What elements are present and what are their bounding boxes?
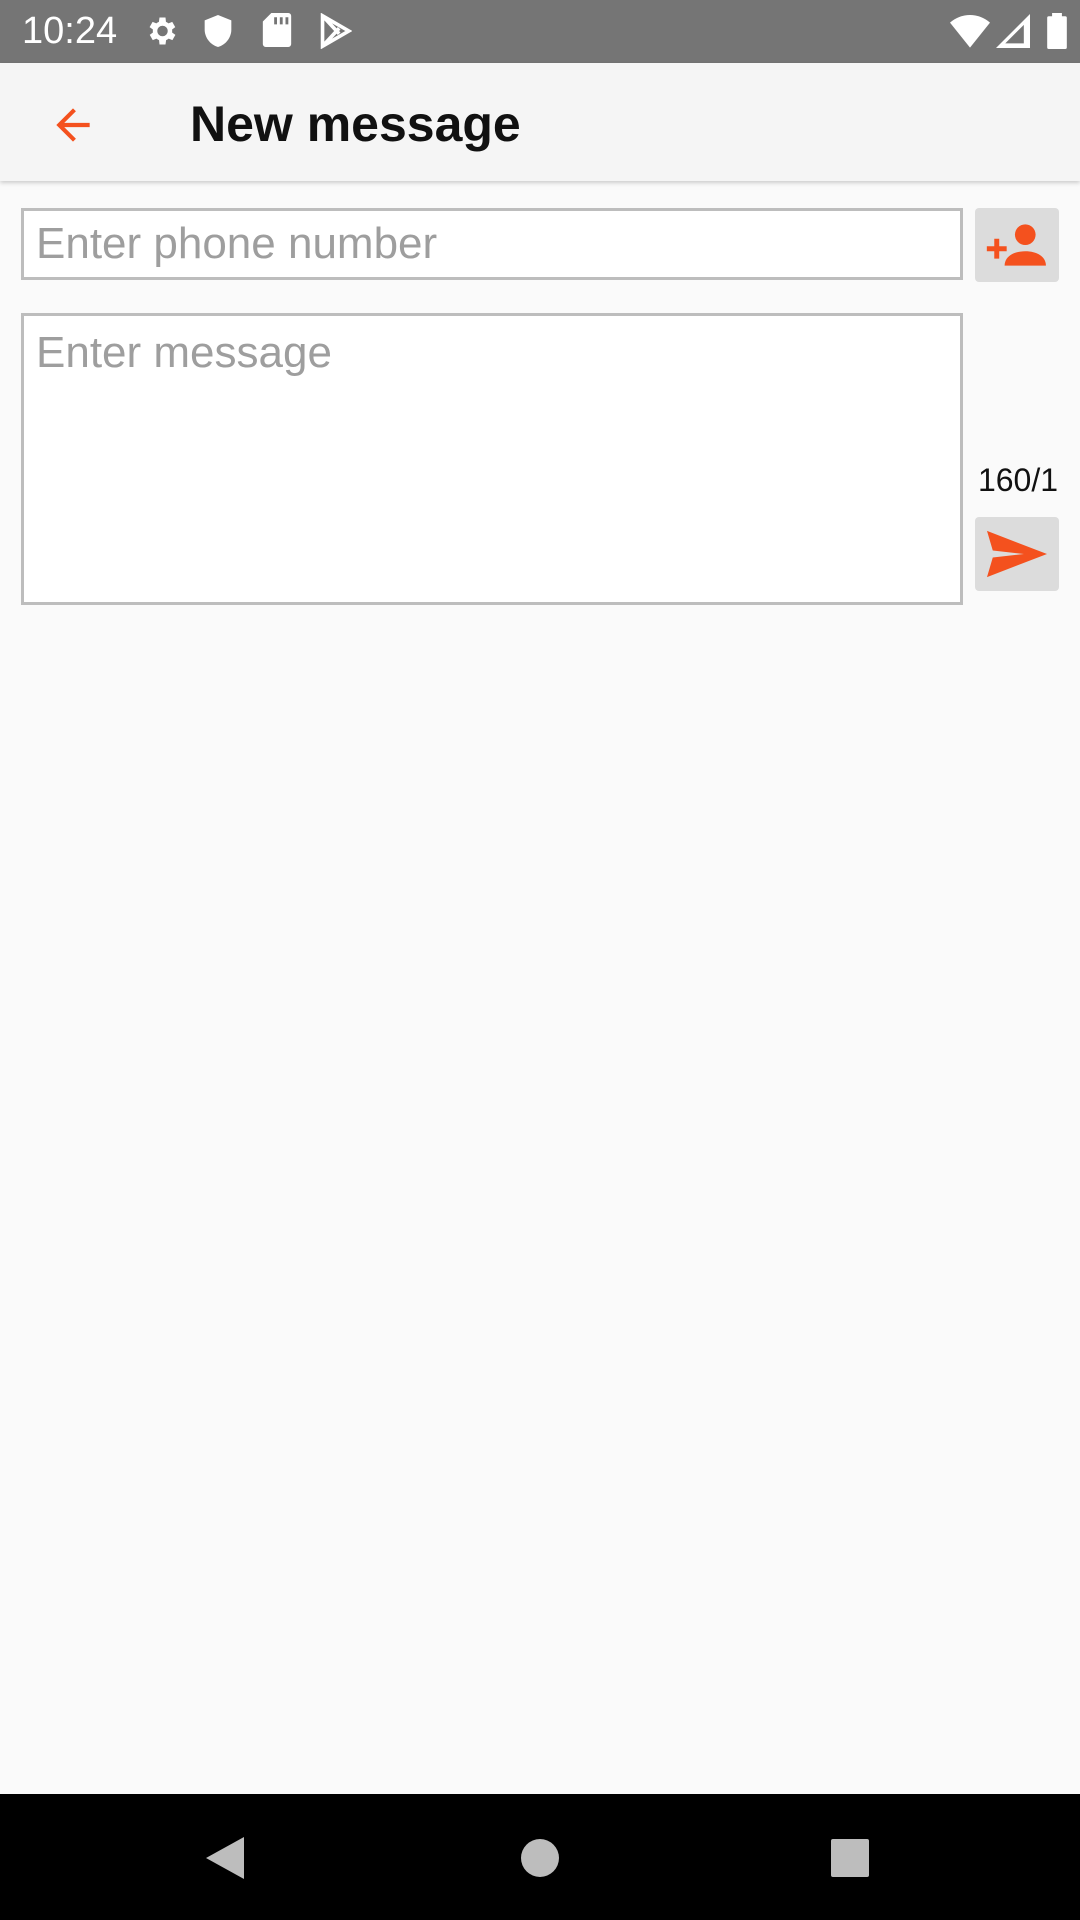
status-time: 10:24	[22, 10, 118, 52]
back-triangle-icon	[206, 1837, 244, 1879]
gear-icon	[149, 17, 176, 45]
home-circle-icon	[521, 1839, 559, 1877]
char-counter: 160/1	[977, 462, 1059, 498]
navigation-bar	[0, 1794, 1080, 1920]
recents-square-icon	[831, 1839, 869, 1877]
send-icon	[987, 530, 1047, 578]
nav-home-button[interactable]	[508, 1826, 572, 1890]
signal-icon	[996, 14, 1030, 48]
status-system-icons	[950, 13, 1080, 51]
wifi-icon	[950, 15, 990, 48]
app-bar: New message	[0, 63, 1080, 181]
nav-recents-button[interactable]	[818, 1826, 882, 1890]
add-contact-button[interactable]	[975, 208, 1059, 282]
battery-icon	[1047, 13, 1067, 49]
shield-icon	[204, 15, 232, 47]
play-store-icon	[320, 13, 352, 49]
back-button[interactable]	[30, 82, 116, 168]
send-button[interactable]	[975, 517, 1059, 591]
nav-back-button[interactable]	[194, 1826, 258, 1890]
arrow-back-icon	[56, 108, 90, 142]
person-add-icon	[986, 224, 1046, 266]
status-bar: 10:24	[0, 0, 1080, 63]
sd-card-icon	[262, 13, 292, 47]
phone-number-input[interactable]	[21, 208, 963, 280]
message-input[interactable]	[21, 313, 963, 605]
page-title: New message	[190, 96, 521, 152]
